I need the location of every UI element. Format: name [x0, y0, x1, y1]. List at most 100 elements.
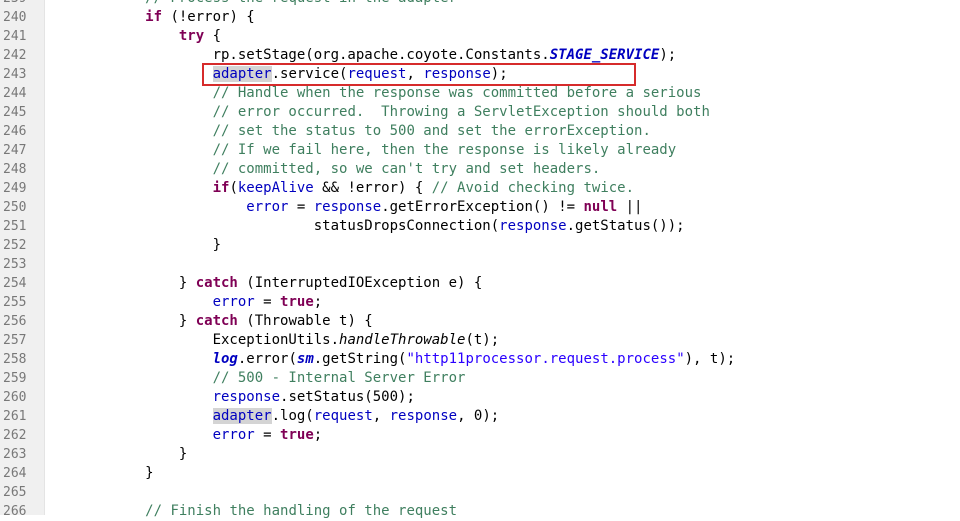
code-line[interactable]: 252 }: [3, 236, 960, 255]
code-text: } catch (Throwable t) {: [44, 312, 373, 331]
code-comment: // set the status to 500 and set the err…: [212, 123, 651, 139]
code-line[interactable]: 256 } catch (Throwable t) {: [3, 312, 960, 331]
code-line[interactable]: 243 adapter.service(request, response);: [3, 65, 960, 84]
code-line[interactable]: 259 // 500 - Internal Server Error: [3, 369, 960, 388]
code-text: try {: [44, 27, 221, 46]
code-text: if(keepAlive && !error) { // Avoid check…: [44, 179, 634, 198]
code-line[interactable]: 258 log.error(sm.getString("http11proces…: [3, 350, 960, 369]
code-keyword: null: [583, 199, 618, 215]
code-line[interactable]: 250 error = response.getErrorException()…: [3, 198, 960, 217]
code-token: =: [288, 199, 314, 215]
line-number: 259: [3, 371, 27, 386]
code-comment: // Handle when the response was committe…: [212, 85, 702, 101]
code-token: && !error) {: [313, 180, 432, 196]
code-token: request: [313, 408, 373, 424]
code-line[interactable]: 254 } catch (InterruptedIOException e) {: [3, 274, 960, 293]
code-text: adapter.log(request, response, 0);: [44, 407, 499, 426]
code-token: }: [44, 275, 196, 291]
code-comment: // If we fail here, then the response is…: [212, 142, 677, 158]
code-text: error = response.getErrorException() != …: [44, 198, 643, 217]
code-line[interactable]: 248 // committed, so we can't try and se…: [3, 160, 960, 179]
code-token: );: [490, 66, 508, 82]
line-number: 256: [3, 314, 27, 329]
code-token: ;: [313, 427, 323, 443]
code-text: }: [44, 445, 187, 464]
code-line[interactable]: 239 // Process the request in the adapte…: [3, 0, 960, 8]
code-text: adapter.service(request, response);: [44, 65, 508, 84]
code-token: ;: [313, 294, 323, 310]
code-token: log: [212, 351, 238, 367]
code-text: log.error(sm.getString("http11processor.…: [44, 350, 736, 369]
code-editor[interactable]: 239 // Process the request in the adapte…: [3, 0, 960, 519]
code-line[interactable]: 246 // set the status to 500 and set the…: [3, 122, 960, 141]
code-token: response: [313, 199, 382, 215]
line-number: 260: [3, 390, 27, 405]
code-line[interactable]: 253: [3, 255, 960, 274]
code-keyword: true: [280, 294, 314, 310]
code-line[interactable]: 263 }: [3, 445, 960, 464]
code-line[interactable]: 240 if (!error) {: [3, 8, 960, 27]
code-token: statusDropsConnection(: [44, 218, 500, 234]
code-token: }: [44, 446, 188, 462]
line-number: 250: [3, 200, 27, 215]
code-keyword: catch: [195, 275, 238, 291]
code-token: adapter: [212, 408, 272, 424]
code-line[interactable]: 247 // If we fail here, then the respons…: [3, 141, 960, 160]
code-line[interactable]: 265: [3, 483, 960, 502]
code-token: .getString(: [313, 351, 407, 367]
code-keyword: true: [280, 427, 314, 443]
code-line[interactable]: 255 error = true;: [3, 293, 960, 312]
code-token: error: [246, 199, 289, 215]
code-token: =: [254, 427, 281, 443]
code-line[interactable]: 241 try {: [3, 27, 960, 46]
code-text: error = true;: [44, 293, 323, 312]
code-text: // Finish the handling of the request: [44, 502, 457, 521]
code-line[interactable]: 242 rp.setStage(org.apache.coyote.Consta…: [3, 46, 960, 65]
code-token: keepAlive: [237, 180, 314, 196]
code-comment: // Avoid checking twice.: [431, 180, 635, 196]
code-line[interactable]: 266 // Finish the handling of the reques…: [3, 502, 960, 521]
line-number: 244: [3, 86, 27, 101]
code-line[interactable]: 244 // Handle when the response was comm…: [3, 84, 960, 103]
code-line[interactable]: 257 ExceptionUtils.handleThrowable(t);: [3, 331, 960, 350]
code-token: .getErrorException() !=: [381, 199, 584, 215]
code-token: ,: [406, 66, 424, 82]
line-number: 251: [3, 219, 27, 234]
line-number: 252: [3, 238, 27, 253]
code-token: }: [44, 465, 154, 481]
line-number: 265: [3, 485, 27, 500]
code-text: // committed, so we can't try and set he…: [44, 160, 601, 179]
code-line[interactable]: 264 }: [3, 464, 960, 483]
code-token: .setStatus(500);: [280, 389, 415, 405]
line-number: 257: [3, 333, 27, 348]
code-line[interactable]: 260 response.setStatus(500);: [3, 388, 960, 407]
code-token: .log(: [271, 408, 314, 424]
code-token: ||: [617, 199, 643, 215]
code-line[interactable]: 249 if(keepAlive && !error) { // Avoid c…: [3, 179, 960, 198]
code-line[interactable]: 245 // error occurred. Throwing a Servle…: [3, 103, 960, 122]
line-number: 261: [3, 409, 27, 424]
code-token: ExceptionUtils.: [44, 332, 340, 348]
code-line[interactable]: 251 statusDropsConnection(response.getSt…: [3, 217, 960, 236]
line-number: 258: [3, 352, 27, 367]
code-token: request: [347, 66, 407, 82]
code-token: (t);: [465, 332, 500, 348]
code-text: rp.setStage(org.apache.coyote.Constants.…: [44, 46, 677, 65]
code-token: error: [212, 427, 255, 443]
code-token: response: [389, 408, 458, 424]
code-comment: // 500 - Internal Server Error: [212, 370, 466, 386]
code-token: response: [212, 389, 281, 405]
code-token: );: [659, 47, 677, 63]
code-line[interactable]: 262 error = true;: [3, 426, 960, 445]
code-comment: // Process the request in the adapter: [145, 0, 457, 6]
code-line[interactable]: 261 adapter.log(request, response, 0);: [3, 407, 960, 426]
